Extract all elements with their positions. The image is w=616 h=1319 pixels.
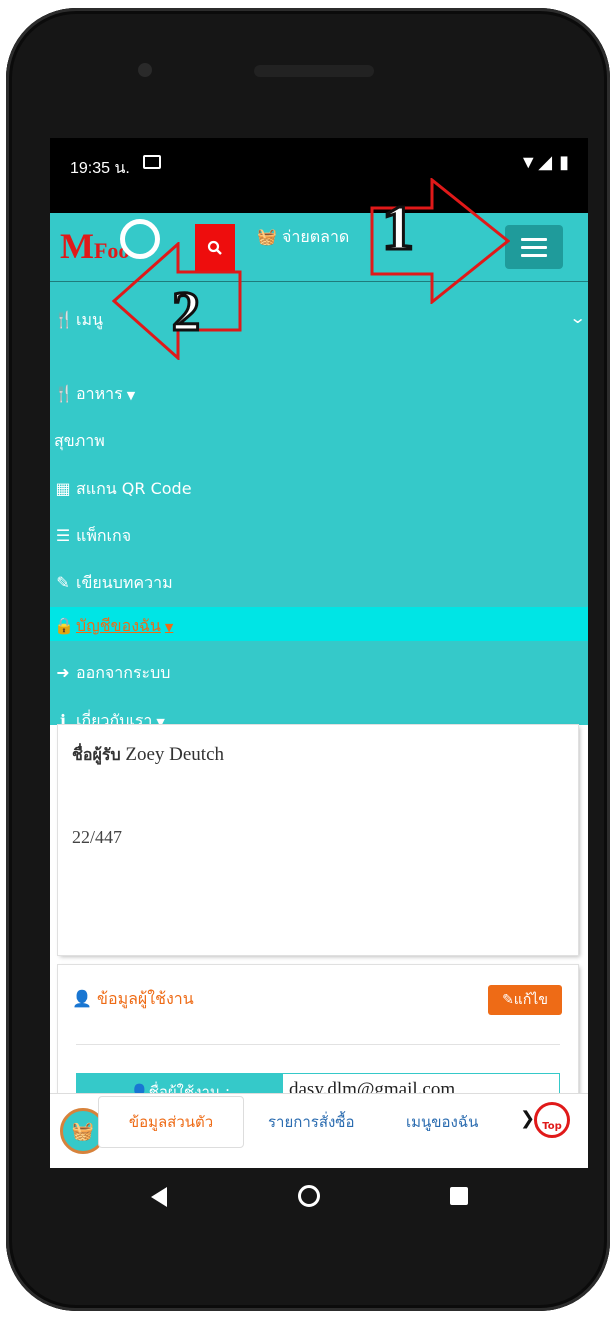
menu-item-write-article[interactable]: ✎ เขียนบทความ: [54, 571, 173, 596]
menu-item-label: อาหาร: [76, 384, 123, 403]
menu-item-label: บัญชีของฉัน: [76, 616, 161, 635]
menu-toggle-label: เมนู: [76, 310, 103, 329]
top-label: Top: [542, 1121, 562, 1132]
menu-item-food[interactable]: 🍴 อาหาร ▼: [54, 382, 135, 407]
recipient-name: Zoey Deutch: [125, 744, 224, 765]
section-title: 👤 ข้อมูลผู้ใช้งาน: [72, 987, 194, 1012]
menu-item-health[interactable]: สุขภาพ: [54, 429, 105, 454]
menu-item-logout[interactable]: ➜ ออกจากระบบ: [54, 661, 170, 686]
chevron-down-icon[interactable]: ⌄: [569, 308, 586, 327]
scroll-top-button[interactable]: Top: [534, 1102, 570, 1138]
caret-down-icon: ▼: [164, 621, 174, 634]
menu-item-scan-qr[interactable]: ▦ สแกน QR Code: [54, 477, 192, 502]
logo-m: M: [60, 226, 94, 266]
section-title-label: ข้อมูลผู้ใช้งาน: [97, 989, 194, 1008]
menu-item-label: แพ็กเกจ: [76, 526, 132, 545]
market-label: จ่ายตลาด: [282, 227, 350, 246]
edit-button[interactable]: ✎ แก้ไข: [488, 985, 562, 1015]
divider: [76, 1044, 560, 1045]
bottom-tab-bar: 🧺 ข้อมูลส่วนตัว รายการสั่งซื้อ เมนูของฉั…: [50, 1093, 588, 1168]
tab-my-menu[interactable]: เมนูของฉัน: [406, 1110, 478, 1134]
market-link[interactable]: 🧺 จ่ายตลาด: [257, 225, 349, 250]
address-card: ชื่อผู้รับ Zoey Deutch 22/447: [58, 725, 578, 955]
address-text: 22/447: [72, 827, 123, 847]
caret-down-icon: ▼: [126, 389, 136, 402]
user-icon: 👤: [72, 989, 92, 1008]
basket-icon: 🧺: [257, 227, 277, 246]
tab-orders[interactable]: รายการสั่งซื้อ: [268, 1110, 355, 1134]
package-icon: ☰: [55, 526, 71, 545]
mail-icon: [143, 155, 161, 169]
annotation-number-1: 1: [381, 192, 416, 263]
hamburger-menu-button[interactable]: [505, 225, 563, 269]
utensils-icon: 🍴: [54, 384, 74, 403]
system-navigation-bar: [6, 1173, 610, 1233]
earpiece-speaker: [254, 65, 374, 77]
hamburger-bar: [521, 253, 547, 257]
back-icon[interactable]: [151, 1187, 167, 1207]
qrcode-icon: ▦: [55, 479, 71, 498]
menu-toggle[interactable]: 🍴 เมนู: [54, 308, 103, 333]
menu-item-label: สุขภาพ: [54, 431, 105, 450]
tab-profile[interactable]: ข้อมูลส่วนตัว: [98, 1096, 244, 1148]
recipient-line: ชื่อผู้รับ Zoey Deutch: [72, 743, 224, 768]
annotation-number-2: 2: [171, 281, 202, 343]
menu-item-label: สแกน QR Code: [76, 479, 192, 498]
hamburger-bar: [521, 245, 547, 249]
menu-item-label: เขียนบทความ: [76, 573, 173, 592]
sign-out-icon: ➜: [56, 663, 70, 682]
edit-icon: ✎: [56, 573, 70, 592]
recent-apps-icon[interactable]: [450, 1187, 468, 1205]
signal-battery-icons: ▼◢ ▮: [519, 152, 570, 172]
menu-item-label: ออกจากระบบ: [76, 663, 171, 682]
edit-label: แก้ไข: [513, 992, 548, 1008]
phone-frame: 19:35 น. ▼◢ ▮ MFood 🧺 จ่ายตลาด 🍴 เมนู ⌄ …: [6, 8, 610, 1311]
front-camera: [138, 63, 152, 77]
chevron-right-icon[interactable]: ❯: [520, 1108, 535, 1129]
home-icon[interactable]: [298, 1185, 320, 1207]
menu-item-package[interactable]: ☰ แพ็กเกจ: [54, 524, 131, 549]
menu-item-my-account[interactable]: 🔒 บัญชีของฉัน ▼: [50, 607, 588, 641]
pencil-icon: ✎: [502, 992, 514, 1008]
status-time: 19:35 น.: [70, 160, 130, 177]
utensils-icon: 🍴: [54, 310, 74, 329]
lock-icon: 🔒: [54, 616, 74, 635]
hamburger-bar: [521, 237, 547, 241]
recipient-label: ชื่อผู้รับ: [72, 745, 121, 764]
